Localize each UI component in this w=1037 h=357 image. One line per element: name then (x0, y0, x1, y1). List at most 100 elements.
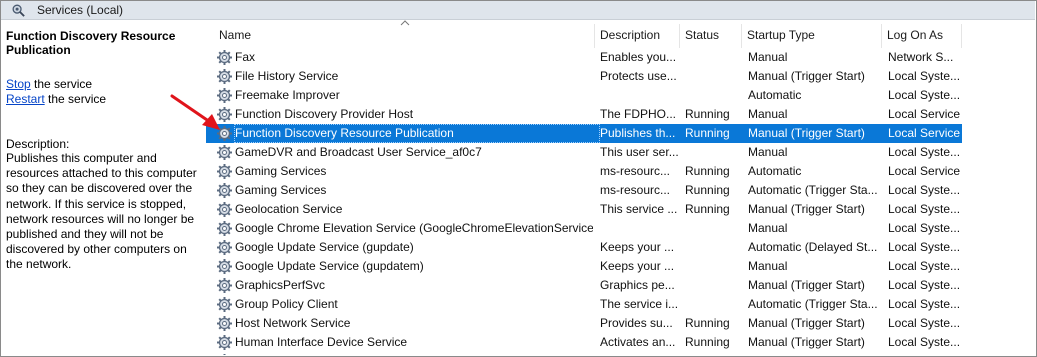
service-description-cell: The service i... (600, 297, 678, 311)
service-startup-cell: Manual (748, 145, 788, 159)
service-status-cell: Running (685, 316, 730, 330)
table-row-selected[interactable]: Function Discovery Resource Publication P… (206, 124, 962, 143)
service-logon-cell: Local Syste... (888, 88, 960, 102)
service-name-cell: Google Chrome Elevation Service (GoogleC… (235, 221, 593, 235)
service-startup-cell: Automatic (Delayed St... (748, 240, 878, 254)
table-row[interactable]: GraphicsPerfSvc Graphics pe... Manual (Tri… (206, 276, 962, 295)
service-logon-cell: Local Syste... (888, 69, 960, 83)
service-startup-cell: Manual (748, 221, 788, 235)
service-gear-icon (217, 145, 232, 160)
service-details-panel: Function Discovery Resource Publication … (1, 20, 206, 355)
table-row[interactable]: Gaming Services ms-resourc... Running Autom… (206, 181, 962, 200)
service-description-cell: Publishes th... (600, 126, 676, 140)
service-logon-cell: Local Service (888, 107, 960, 121)
title-strip: Services (Local) (1, 1, 1035, 20)
service-name-cell: GameDVR and Broadcast User Service_af0c7 (235, 145, 482, 159)
service-status-cell: Running (685, 107, 730, 121)
stop-action: Stop the service (6, 77, 92, 91)
services-icon (12, 4, 25, 17)
service-description-cell: Activates an... (600, 335, 676, 349)
table-row[interactable]: Geolocation Service This service ... Runni… (206, 200, 962, 219)
column-header-log-on-as[interactable]: Log On As (882, 24, 962, 48)
service-status-cell (685, 67, 740, 86)
service-name-cell (235, 352, 593, 355)
table-row[interactable]: Human Interface Device Service Activates … (206, 333, 962, 352)
service-description-cell: Provides su... (600, 316, 673, 330)
restart-action: Restart the service (6, 92, 106, 106)
services-list[interactable]: Name Description Status Startup Type Log… (206, 20, 1035, 355)
stop-service-link[interactable]: Stop (6, 77, 31, 91)
service-name-cell: Host Network Service (235, 316, 351, 330)
stop-action-suffix: the service (30, 77, 93, 91)
service-name-cell: File History Service (235, 69, 339, 83)
column-header-status[interactable]: Status (680, 24, 742, 48)
table-row[interactable] (206, 352, 962, 355)
table-row[interactable]: File History Service Protects use... Manua… (206, 67, 962, 86)
service-logon-cell (888, 352, 960, 355)
service-gear-icon (217, 88, 232, 103)
service-gear-icon (217, 69, 232, 84)
service-status-cell: Running (685, 183, 730, 197)
service-status-cell: Running (685, 164, 730, 178)
description-label: Description: (6, 137, 70, 151)
service-startup-cell: Manual (Trigger Start) (748, 278, 865, 292)
service-startup-cell: Manual (Trigger Start) (748, 202, 865, 216)
service-gear-icon (217, 107, 232, 122)
service-logon-cell: Local Syste... (888, 335, 960, 349)
table-row[interactable]: Fax Enables you... Manual Network S... (206, 48, 962, 67)
service-logon-cell: Local Syste... (888, 221, 960, 235)
column-header-startup-type[interactable]: Startup Type (742, 24, 882, 48)
service-startup-cell: Automatic (Trigger Sta... (748, 297, 878, 311)
service-description-cell: This user ser... (600, 145, 678, 159)
focus-outline (234, 124, 600, 143)
description-text: Publishes this computer and resources at… (6, 151, 197, 272)
service-status-cell (685, 276, 740, 295)
service-name-cell: Google Update Service (gupdate) (235, 240, 414, 254)
service-startup-cell: Manual (748, 50, 788, 64)
service-startup-cell: Manual (Trigger Start) (748, 335, 865, 349)
service-status-cell: Running (685, 202, 730, 216)
service-logon-cell: Local Syste... (888, 259, 960, 273)
table-row[interactable]: Group Policy Client The service i... Autom… (206, 295, 962, 314)
service-status-cell (685, 219, 740, 238)
table-row[interactable]: Function Discovery Provider Host The FDPH… (206, 105, 962, 124)
service-gear-icon (217, 278, 232, 293)
service-description-cell (600, 86, 678, 105)
service-gear-icon (217, 259, 232, 274)
table-row[interactable]: Gaming Services ms-resourc... Running Autom… (206, 162, 962, 181)
column-header-name[interactable]: Name (214, 24, 595, 48)
service-name-cell: Function Discovery Provider Host (235, 107, 414, 121)
service-gear-icon (217, 240, 232, 255)
table-row[interactable]: Host Network Service Provides su... Runnin… (206, 314, 962, 333)
service-status-cell (685, 295, 740, 314)
table-row[interactable]: Google Update Service (gupdate) Keeps you… (206, 238, 962, 257)
service-logon-cell: Local Syste... (888, 145, 960, 159)
table-row[interactable]: Google Chrome Elevation Service (GoogleC… (206, 219, 962, 238)
restart-service-link[interactable]: Restart (6, 92, 45, 106)
service-description-cell: Protects use... (600, 69, 677, 83)
service-description-cell: Keeps your ... (600, 240, 675, 254)
service-name-cell: Human Interface Device Service (235, 335, 408, 349)
service-name-cell: Fax (235, 50, 256, 64)
service-gear-icon (223, 354, 226, 355)
service-logon-cell: Local Service (888, 164, 960, 178)
service-startup-cell: Manual (Trigger Start) (748, 316, 865, 330)
service-gear-icon (217, 183, 232, 198)
service-status-cell (685, 238, 740, 257)
service-startup-cell: Automatic (748, 88, 802, 102)
table-row[interactable]: Google Update Service (gupdatem) Keeps yo… (206, 257, 962, 276)
service-logon-cell: Local Syste... (888, 183, 960, 197)
column-header-description[interactable]: Description (595, 24, 680, 48)
service-status-cell (685, 257, 740, 276)
service-name-cell: Gaming Services (235, 164, 327, 178)
selected-service-name: Function Discovery Resource Publication (6, 29, 176, 57)
table-row[interactable]: Freemake Improver Automatic Local Syste... (206, 86, 962, 105)
service-logon-cell: Local Syste... (888, 202, 960, 216)
service-startup-cell: Manual (748, 259, 788, 273)
table-row[interactable]: GameDVR and Broadcast User Service_af0c7… (206, 143, 962, 162)
service-logon-cell: Local Service (888, 126, 960, 140)
service-logon-cell: Local Syste... (888, 297, 960, 311)
service-status-cell: Running (685, 335, 730, 349)
service-name-cell: Google Update Service (gupdatem) (235, 259, 424, 273)
window-title: Services (Local) (37, 3, 124, 17)
